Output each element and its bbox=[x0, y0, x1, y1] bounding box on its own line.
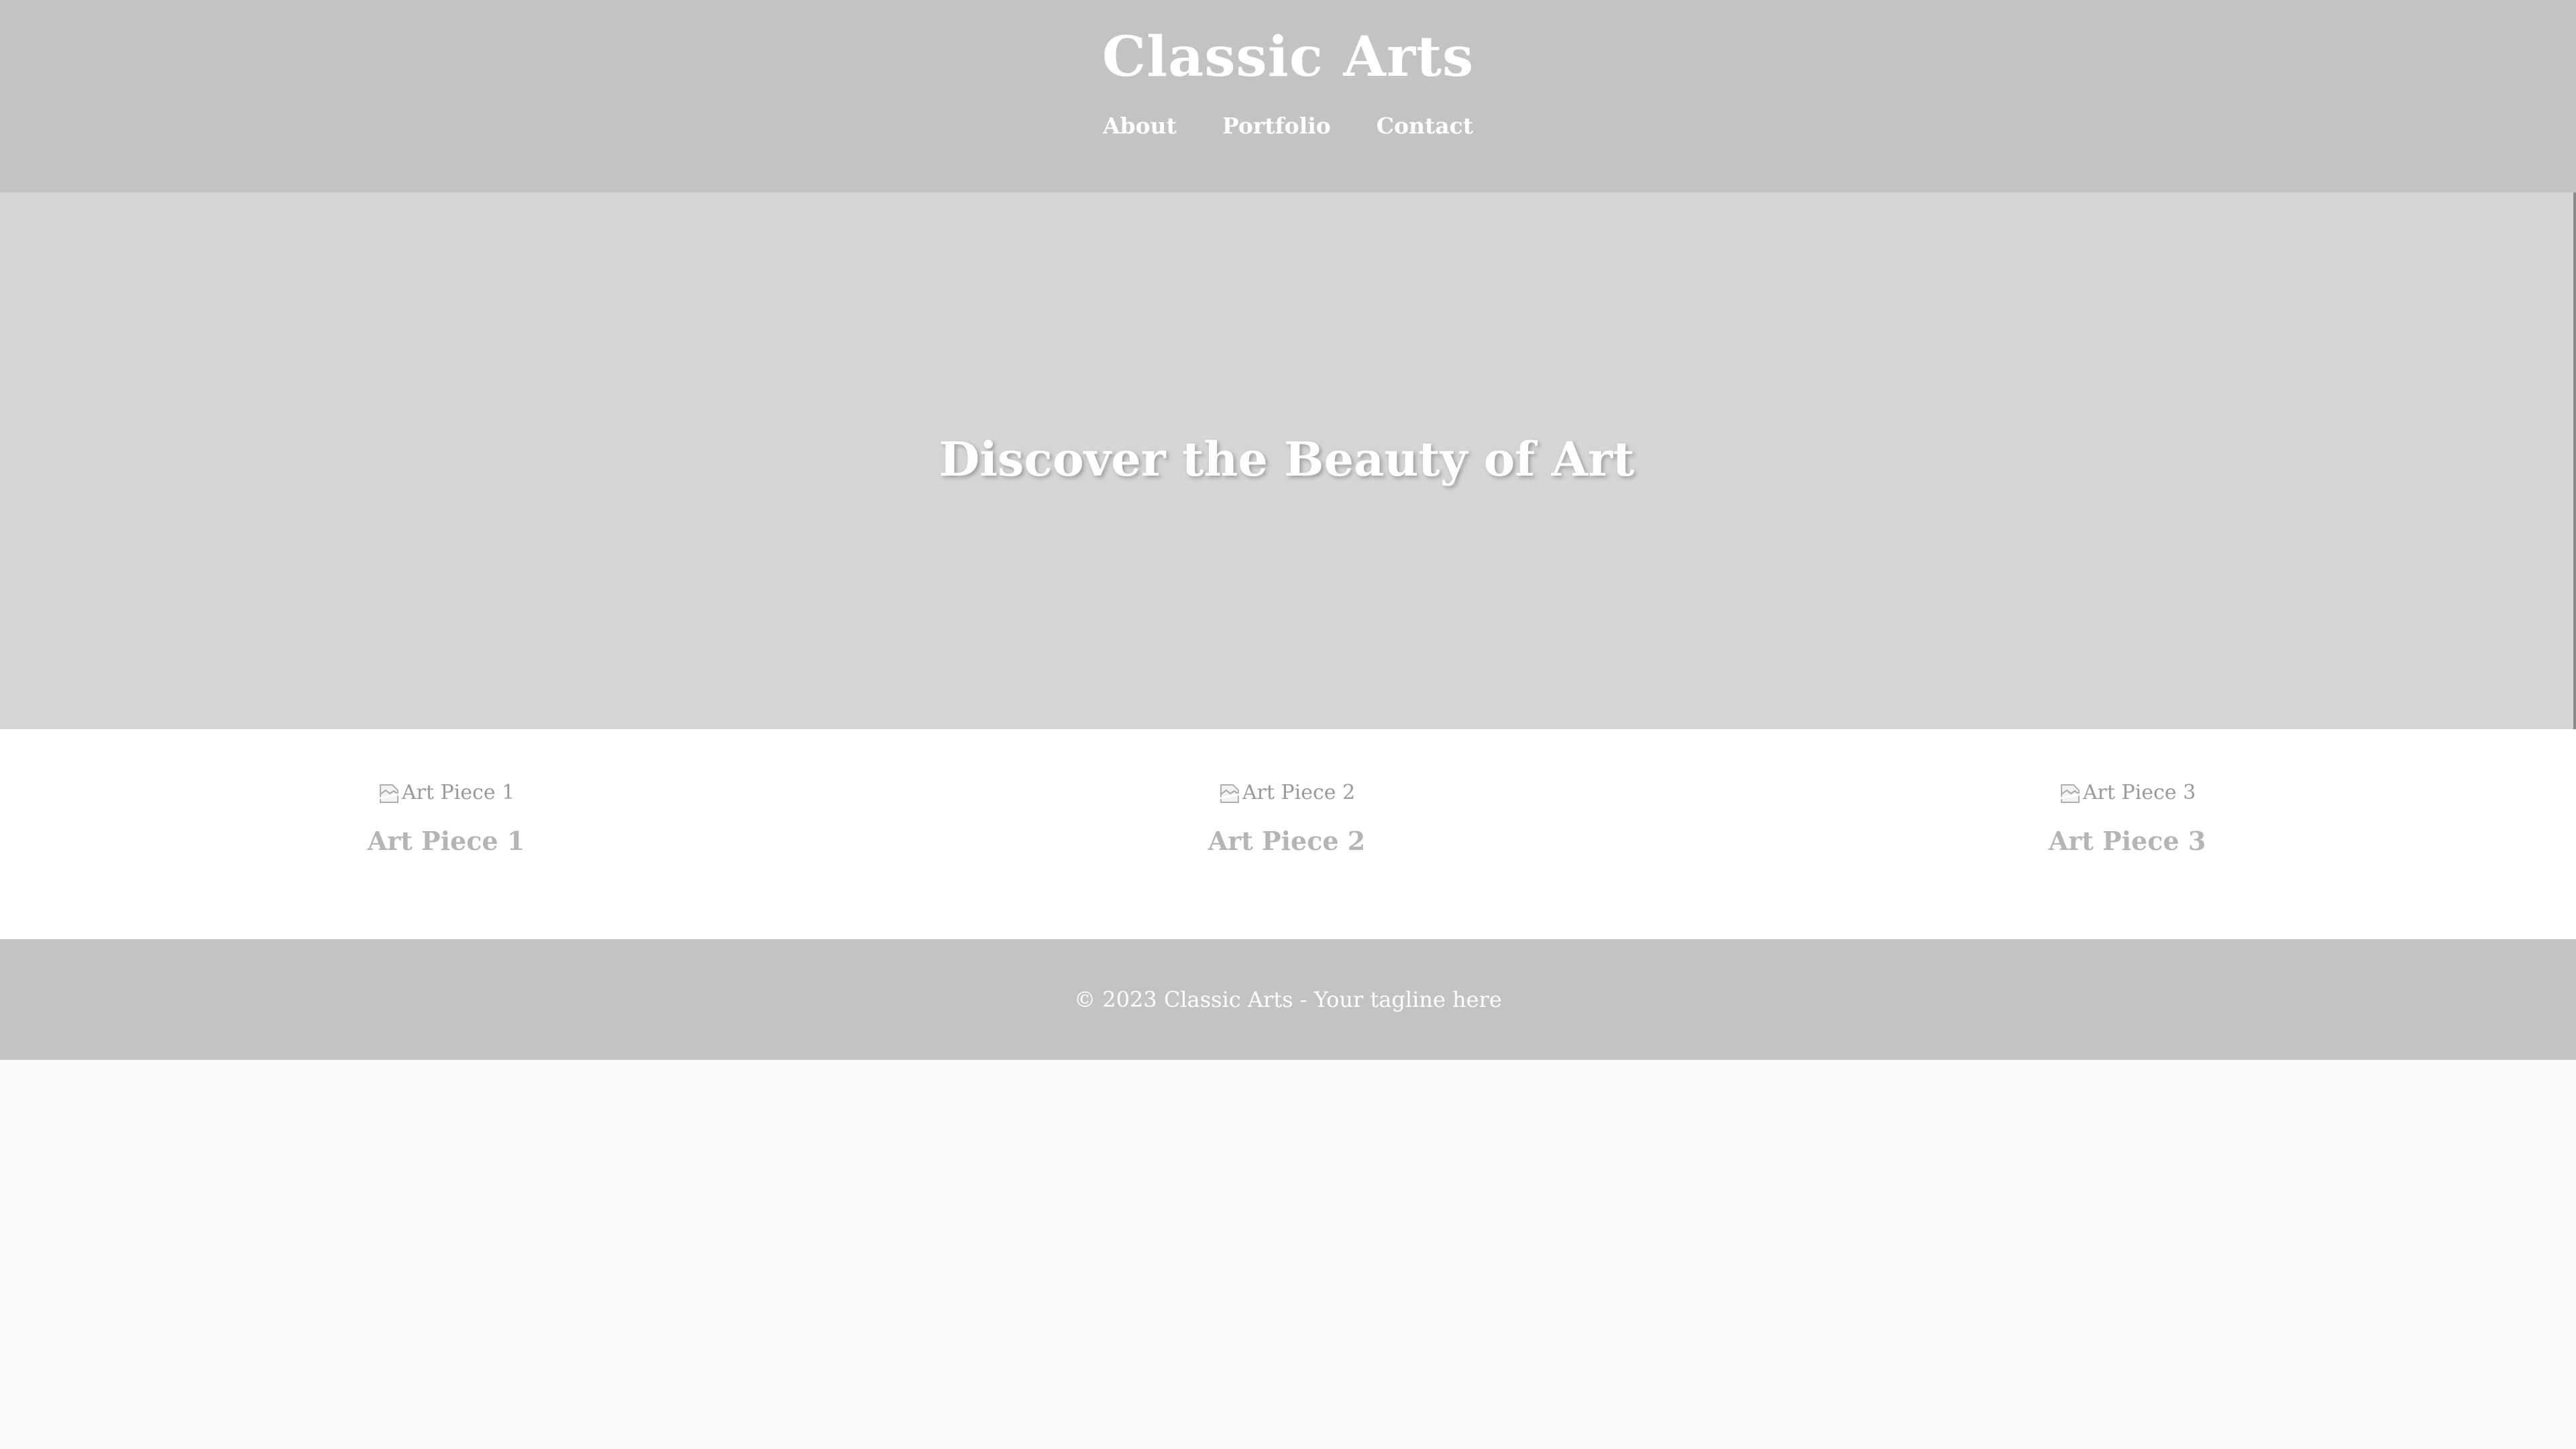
art-item-3: Art Piece 3 Art Piece 3 bbox=[1960, 776, 2295, 858]
nav-link-portfolio[interactable]: Portfolio bbox=[1222, 107, 1331, 145]
site-footer: © 2023 Classic Arts - Your tagline here bbox=[0, 939, 2576, 1060]
nav-link-contact[interactable]: Contact bbox=[1377, 107, 1473, 145]
page: Classic Arts About Portfolio Contact Dis… bbox=[0, 0, 2576, 1449]
art-image-2: Art Piece 2 bbox=[1218, 776, 1355, 810]
nav-link-about[interactable]: About bbox=[1103, 107, 1177, 145]
art-item-1: Art Piece 1 Art Piece 1 bbox=[278, 776, 614, 858]
site-title: Classic Arts bbox=[1102, 25, 1474, 89]
art-image-alt-2: Art Piece 2 bbox=[1242, 781, 1356, 804]
art-caption-3: Art Piece 3 bbox=[2048, 826, 2206, 856]
hero-section: Discover the Beauty of Art bbox=[0, 193, 2576, 729]
site-header: Classic Arts About Portfolio Contact bbox=[0, 0, 2576, 193]
art-image-alt-3: Art Piece 3 bbox=[2082, 781, 2196, 804]
art-image-alt-1: Art Piece 1 bbox=[401, 781, 515, 804]
gallery-section: Art Piece 1 Art Piece 1 Art Piece 2 Art … bbox=[0, 729, 2576, 939]
art-image-3: Art Piece 3 bbox=[2059, 776, 2196, 810]
art-item-2: Art Piece 2 Art Piece 2 bbox=[1119, 776, 1454, 858]
broken-image-icon bbox=[2059, 784, 2081, 803]
broken-image-icon bbox=[378, 784, 400, 803]
art-caption-2: Art Piece 2 bbox=[1208, 826, 1366, 856]
main-nav: About Portfolio Contact bbox=[0, 107, 2576, 145]
art-caption-1: Art Piece 1 bbox=[367, 826, 525, 856]
broken-image-icon bbox=[1219, 784, 1240, 803]
hero-heading: Discover the Beauty of Art bbox=[938, 431, 1635, 487]
footer-text: © 2023 Classic Arts - Your tagline here bbox=[1074, 987, 1502, 1012]
art-image-1: Art Piece 1 bbox=[378, 776, 515, 810]
